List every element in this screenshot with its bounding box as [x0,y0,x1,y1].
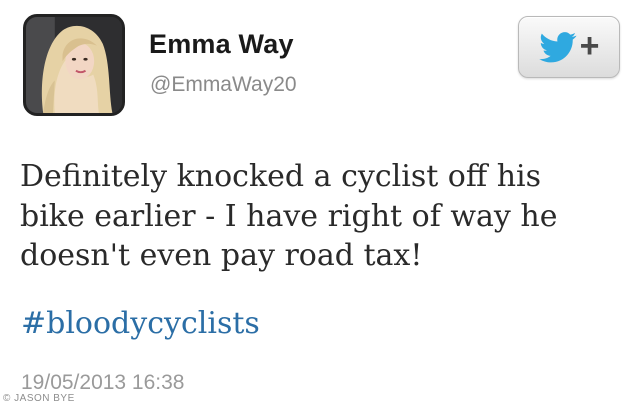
avatar[interactable] [23,14,125,116]
hashtag-link[interactable]: #bloodycyclists [21,306,260,341]
tweet-timestamp[interactable]: 19/05/2013 16:38 [21,371,185,395]
tweet-text: Definitely knocked a cyclist off his bik… [20,159,558,273]
follow-plus-sign: + [579,26,600,65]
photo-credit: © JASON BYE [3,393,75,404]
author-display-name[interactable]: Emma Way [149,29,294,60]
author-handle[interactable]: @EmmaWay20 [150,73,297,97]
twitter-bird-icon [538,32,577,63]
avatar-photo [26,17,122,113]
follow-button[interactable]: + [518,16,620,78]
tweet-card: Emma Way @EmmaWay20 + Definitely knocked… [0,0,634,407]
